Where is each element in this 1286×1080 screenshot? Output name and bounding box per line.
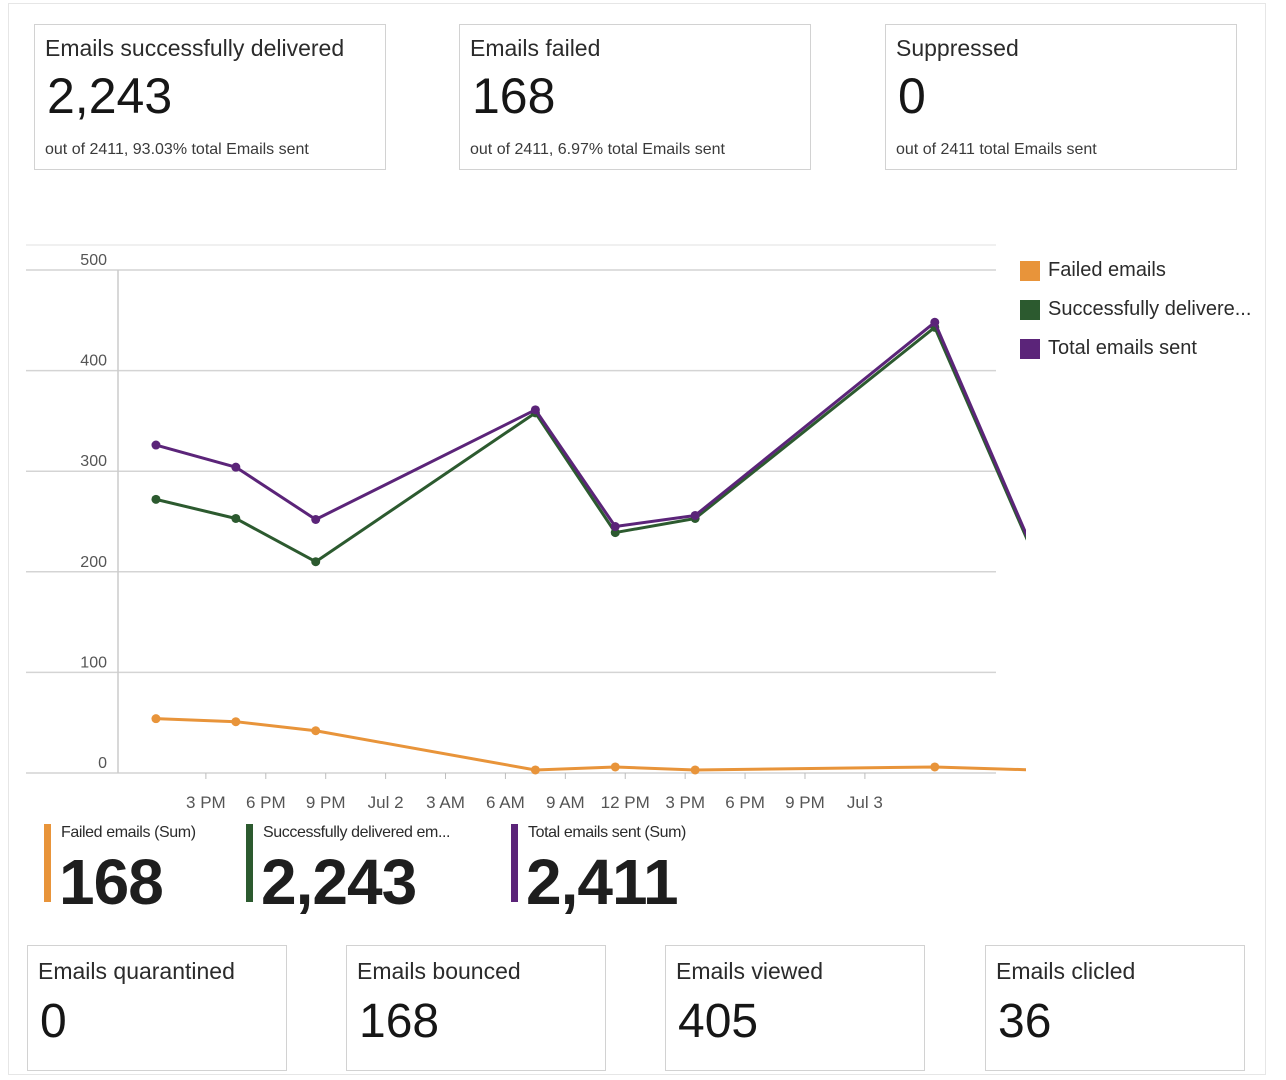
failed-card-subtitle: out of 2411, 6.97% total Emails sent bbox=[470, 141, 725, 158]
x-tick-label: 6 AM bbox=[486, 793, 525, 812]
emails-line-chart[interactable]: 0 100 200 300 400 500 3 PM 6 PM 9 PM Jul 2 3 AM 6 A… bbox=[26, 240, 1026, 820]
viewed-card[interactable]: Emails viewed 405 bbox=[665, 945, 925, 1071]
chart-grid: 0 100 200 300 400 500 3 PM 6 PM 9 PM Jul 2 3 AM 6 A… bbox=[26, 244, 996, 812]
data-point-2-2[interactable] bbox=[311, 514, 321, 524]
summary-delivered-label: Successfully delivered em... bbox=[263, 824, 451, 841]
data-point-0-2[interactable] bbox=[311, 726, 321, 736]
failed-card-value: 168 bbox=[472, 68, 556, 124]
summary-total-value: 2,411 bbox=[526, 846, 679, 918]
data-point-1-1[interactable] bbox=[231, 513, 241, 523]
legend-swatch-failed bbox=[1020, 260, 1040, 281]
failed-card-title: Emails failed bbox=[470, 35, 601, 61]
series-line-1[interactable] bbox=[155, 325, 1026, 564]
quarantined-card[interactable]: Emails quarantined 0 bbox=[27, 945, 287, 1071]
failed-card[interactable]: Emails failed 168 out of 2411, 6.97% tot… bbox=[459, 24, 811, 170]
x-tick-label: 6 PM bbox=[246, 793, 286, 812]
data-point-0-3[interactable] bbox=[530, 765, 540, 775]
bounced-card-title: Emails bounced bbox=[357, 958, 521, 984]
data-point-0-1[interactable] bbox=[231, 717, 241, 727]
y-tick-label: 200 bbox=[80, 554, 107, 571]
x-tick-label: 3 PM bbox=[665, 793, 705, 812]
delivered-card[interactable]: Emails successfully delivered 2,243 out … bbox=[34, 24, 386, 170]
y-tick-label: 0 bbox=[98, 755, 107, 772]
legend-item-failed[interactable]: Failed emails bbox=[1020, 251, 1251, 290]
suppressed-card-subtitle: out of 2411 total Emails sent bbox=[896, 141, 1097, 158]
data-point-1-0[interactable] bbox=[151, 494, 161, 504]
data-point-0-5[interactable] bbox=[690, 765, 700, 775]
quarantined-card-value: 0 bbox=[40, 995, 67, 1048]
legend-item-delivered[interactable]: Successfully delivere... bbox=[1020, 290, 1251, 329]
chart-legend: Failed emails Successfully delivere... T… bbox=[1020, 251, 1251, 368]
data-point-2-3[interactable] bbox=[530, 405, 540, 415]
data-point-2-6[interactable] bbox=[930, 317, 940, 327]
clicked-card[interactable]: Emails clicled 36 bbox=[985, 945, 1245, 1071]
summary-total-bar bbox=[511, 824, 518, 902]
legend-item-total[interactable]: Total emails sent bbox=[1020, 329, 1251, 368]
x-tick-label: 9 PM bbox=[306, 793, 346, 812]
viewed-card-value: 405 bbox=[678, 995, 759, 1048]
data-point-2-1[interactable] bbox=[231, 462, 241, 472]
bounced-card-value: 168 bbox=[359, 995, 440, 1048]
x-tick-label: 9 PM bbox=[785, 793, 825, 812]
summary-delivered[interactable]: Successfully delivered em... 2,243 bbox=[246, 822, 496, 918]
series-line-0[interactable] bbox=[155, 717, 1026, 772]
x-tick-label: 6 PM bbox=[725, 793, 765, 812]
legend-swatch-total bbox=[1020, 338, 1040, 359]
y-tick-label: 500 bbox=[80, 252, 107, 269]
delivered-card-value: 2,243 bbox=[47, 68, 173, 124]
y-tick-label: 100 bbox=[80, 654, 107, 671]
summary-delivered-bar bbox=[246, 824, 253, 902]
legend-swatch-delivered bbox=[1020, 299, 1040, 320]
data-point-2-4[interactable] bbox=[610, 522, 620, 532]
legend-label-total: Total emails sent bbox=[1048, 337, 1197, 359]
data-point-2-5[interactable] bbox=[690, 510, 700, 520]
x-tick-label: 9 AM bbox=[546, 793, 585, 812]
data-point-1-2[interactable] bbox=[311, 557, 321, 567]
quarantined-card-title: Emails quarantined bbox=[38, 958, 235, 984]
clicked-card-title: Emails clicled bbox=[996, 958, 1136, 984]
summary-total-label: Total emails sent (Sum) bbox=[528, 824, 686, 841]
summary-total[interactable]: Total emails sent (Sum) 2,411 bbox=[511, 822, 761, 918]
x-tick-label: 12 PM bbox=[601, 793, 650, 812]
data-point-0-4[interactable] bbox=[610, 762, 620, 772]
delivered-card-subtitle: out of 2411, 93.03% total Emails sent bbox=[45, 141, 309, 158]
viewed-card-title: Emails viewed bbox=[676, 958, 823, 984]
summary-failed[interactable]: Failed emails (Sum) 168 bbox=[44, 822, 234, 918]
summary-failed-bar bbox=[44, 824, 51, 902]
x-tick-label: Jul 2 bbox=[368, 793, 404, 812]
summary-failed-label: Failed emails (Sum) bbox=[61, 824, 196, 841]
suppressed-card-value: 0 bbox=[898, 68, 926, 124]
data-point-2-0[interactable] bbox=[151, 440, 161, 450]
chart-series bbox=[151, 317, 1026, 775]
data-point-0-0[interactable] bbox=[151, 714, 161, 724]
data-point-0-6[interactable] bbox=[930, 762, 940, 772]
summary-failed-value: 168 bbox=[59, 846, 164, 918]
x-tick-label: 3 PM bbox=[186, 793, 226, 812]
x-tick-label: 3 AM bbox=[426, 793, 465, 812]
y-tick-label: 400 bbox=[80, 353, 107, 370]
legend-label-delivered: Successfully delivere... bbox=[1048, 298, 1252, 320]
bounced-card[interactable]: Emails bounced 168 bbox=[346, 945, 606, 1071]
clicked-card-value: 36 bbox=[998, 995, 1052, 1048]
summary-delivered-value: 2,243 bbox=[261, 846, 417, 918]
delivered-card-title: Emails successfully delivered bbox=[45, 35, 345, 61]
legend-label-failed: Failed emails bbox=[1048, 259, 1166, 281]
y-tick-label: 300 bbox=[80, 453, 107, 470]
suppressed-card[interactable]: Suppressed 0 out of 2411 total Emails se… bbox=[885, 24, 1237, 170]
suppressed-card-title: Suppressed bbox=[896, 35, 1019, 61]
x-tick-label: Jul 3 bbox=[847, 793, 883, 812]
